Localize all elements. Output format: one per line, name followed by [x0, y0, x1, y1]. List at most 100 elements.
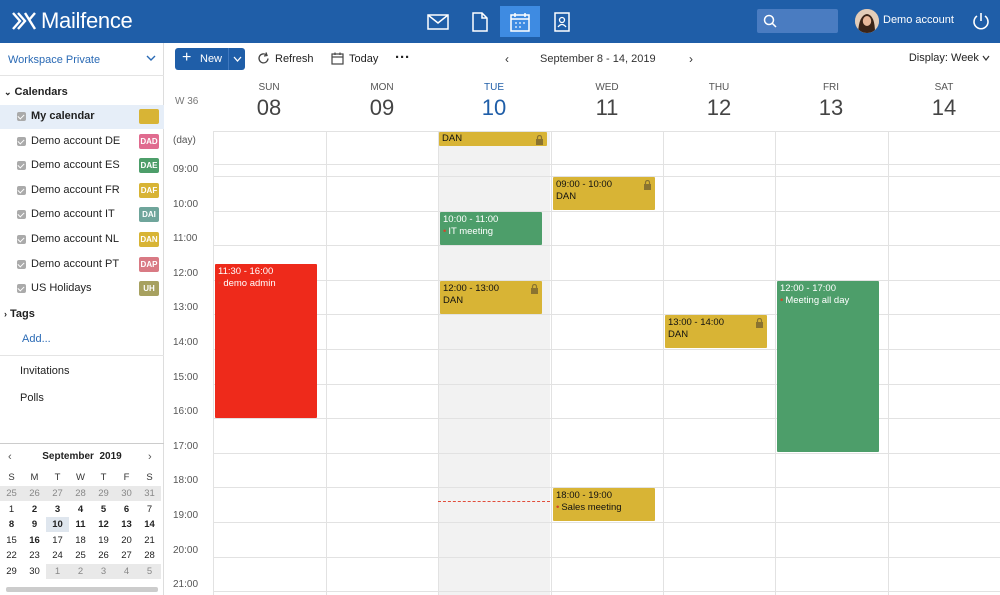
mini-day[interactable]: 12: [92, 517, 115, 532]
mini-day[interactable]: 8: [0, 517, 23, 532]
account-name[interactable]: Demo account: [883, 14, 954, 26]
checkbox-icon[interactable]: [17, 136, 26, 146]
calendar-event[interactable]: 11:30 - 16:00 • demo admin: [215, 264, 317, 418]
mini-day[interactable]: 23: [23, 548, 46, 563]
calendar-color-badge[interactable]: DAD: [139, 133, 159, 149]
day-header[interactable]: THU 12: [663, 75, 775, 131]
mini-day[interactable]: 29: [0, 564, 23, 579]
day-header[interactable]: FRI 13: [775, 75, 887, 131]
time-grid[interactable]: 09:00 10:00 11:00 12:00 13:00 14:00 15:00 16:00…: [165, 131, 1000, 595]
mini-day[interactable]: 21: [138, 533, 161, 548]
mini-day[interactable]: 30: [23, 564, 46, 579]
today-button[interactable]: Today: [331, 52, 378, 65]
calendar-item[interactable]: Demo account PT DAP: [0, 253, 164, 277]
mini-day[interactable]: 18: [69, 533, 92, 548]
checkbox-icon[interactable]: [17, 259, 26, 269]
mini-day[interactable]: 2: [23, 502, 46, 517]
mini-day[interactable]: 5: [92, 502, 115, 517]
checkbox-icon[interactable]: [17, 112, 26, 121]
mini-day[interactable]: 27: [46, 486, 69, 501]
mini-day[interactable]: 28: [69, 486, 92, 501]
checkbox-icon[interactable]: [17, 284, 26, 294]
mini-day[interactable]: 4: [69, 502, 92, 517]
mini-day[interactable]: 4: [115, 564, 138, 579]
mini-day[interactable]: 3: [92, 564, 115, 579]
mini-day[interactable]: 31: [138, 486, 161, 501]
mini-day[interactable]: 7: [138, 502, 161, 517]
new-event-button[interactable]: + New: [175, 48, 245, 70]
checkbox-icon[interactable]: [17, 235, 26, 244]
mail-app-button[interactable]: [418, 6, 458, 37]
mini-day[interactable]: 9: [23, 517, 46, 532]
calendar-event[interactable]: 09:00 - 10:00 DAN: [553, 177, 655, 210]
mini-day[interactable]: 26: [92, 548, 115, 563]
calendar-item[interactable]: Demo account DE DAD: [0, 130, 164, 154]
mini-day[interactable]: 27: [115, 548, 138, 563]
mini-day[interactable]: 6: [115, 502, 138, 517]
calendar-event[interactable]: 13:00 - 14:00 DAN: [665, 315, 767, 348]
day-header[interactable]: WED 11: [551, 75, 663, 131]
tags-section-toggle[interactable]: › Tags: [4, 308, 35, 320]
calendar-color-badge[interactable]: DAN: [139, 232, 159, 247]
mini-day[interactable]: 26: [23, 486, 46, 501]
display-mode-select[interactable]: Display: Week: [909, 52, 990, 64]
calendar-event[interactable]: 10:00 - 11:00 • IT meeting: [440, 212, 542, 245]
calendar-color-badge[interactable]: DAI: [139, 207, 159, 223]
checkbox-icon[interactable]: [17, 161, 26, 171]
contacts-app-button[interactable]: [542, 6, 582, 37]
mini-day[interactable]: 17: [46, 533, 69, 548]
documents-app-button[interactable]: [460, 6, 500, 37]
mini-day[interactable]: 24: [46, 548, 69, 563]
search-input[interactable]: [757, 9, 838, 33]
mini-day[interactable]: 1: [46, 564, 69, 579]
calendars-section-toggle[interactable]: ⌄ Calendars: [4, 86, 68, 98]
calendar-event[interactable]: 12:00 - 13:00 DAN: [440, 281, 542, 314]
mini-day[interactable]: 29: [92, 486, 115, 501]
more-options-button[interactable]: ···: [395, 49, 410, 66]
calendar-color-badge[interactable]: DAP: [139, 256, 159, 272]
polls-link[interactable]: Polls: [20, 392, 44, 404]
avatar[interactable]: [855, 9, 879, 33]
calendar-color-badge[interactable]: UH: [139, 281, 159, 297]
calendar-item[interactable]: US Holidays UH: [0, 277, 164, 301]
mini-day[interactable]: 30: [115, 486, 138, 501]
mini-day[interactable]: 20: [115, 533, 138, 548]
day-header[interactable]: SAT 14: [888, 75, 1000, 131]
mini-day[interactable]: 15: [0, 533, 23, 548]
previous-week-button[interactable]: ‹: [505, 52, 509, 66]
add-tag-link[interactable]: Add...: [22, 333, 51, 345]
mini-day[interactable]: 13: [115, 517, 138, 532]
calendar-item[interactable]: Demo account IT DAI: [0, 203, 164, 227]
calendar-item[interactable]: My calendar: [0, 105, 164, 129]
calendar-color-badge[interactable]: [139, 109, 159, 124]
day-header[interactable]: TUE 10: [438, 75, 550, 131]
mini-day[interactable]: 11: [69, 517, 92, 532]
mini-day[interactable]: 19: [92, 533, 115, 548]
mini-day[interactable]: 5: [138, 564, 161, 579]
calendar-color-badge[interactable]: DAE: [139, 158, 159, 174]
next-week-button[interactable]: ›: [689, 52, 693, 66]
calendar-color-badge[interactable]: DAF: [139, 182, 159, 198]
calendar-event[interactable]: 12:00 - 17:00 • Meeting all day: [777, 281, 879, 452]
day-header[interactable]: SUN 08: [213, 75, 325, 131]
mini-day[interactable]: 1: [0, 502, 23, 517]
all-day-event[interactable]: DAN: [439, 132, 547, 146]
logout-button[interactable]: [971, 11, 991, 34]
mini-day[interactable]: 28: [138, 548, 161, 563]
mini-day[interactable]: 2: [69, 564, 92, 579]
refresh-button[interactable]: Refresh: [257, 52, 314, 65]
calendar-event[interactable]: 18:00 - 19:00 • Sales meeting: [553, 488, 655, 521]
calendar-item[interactable]: Demo account NL DAN: [0, 228, 164, 252]
mini-day[interactable]: 10: [46, 517, 69, 533]
checkbox-icon[interactable]: [17, 185, 26, 195]
mini-day[interactable]: 3: [46, 502, 69, 517]
mailfence-logo[interactable]: Mailfence: [11, 8, 133, 34]
new-dropdown-toggle[interactable]: [228, 48, 245, 70]
invitations-link[interactable]: Invitations: [20, 365, 70, 377]
mini-day[interactable]: 16: [23, 533, 46, 548]
mini-day[interactable]: 14: [138, 517, 161, 532]
checkbox-icon[interactable]: [17, 210, 26, 220]
horizontal-scrollbar[interactable]: [6, 587, 158, 592]
mini-day[interactable]: 22: [0, 548, 23, 563]
calendar-app-button[interactable]: [500, 6, 540, 37]
